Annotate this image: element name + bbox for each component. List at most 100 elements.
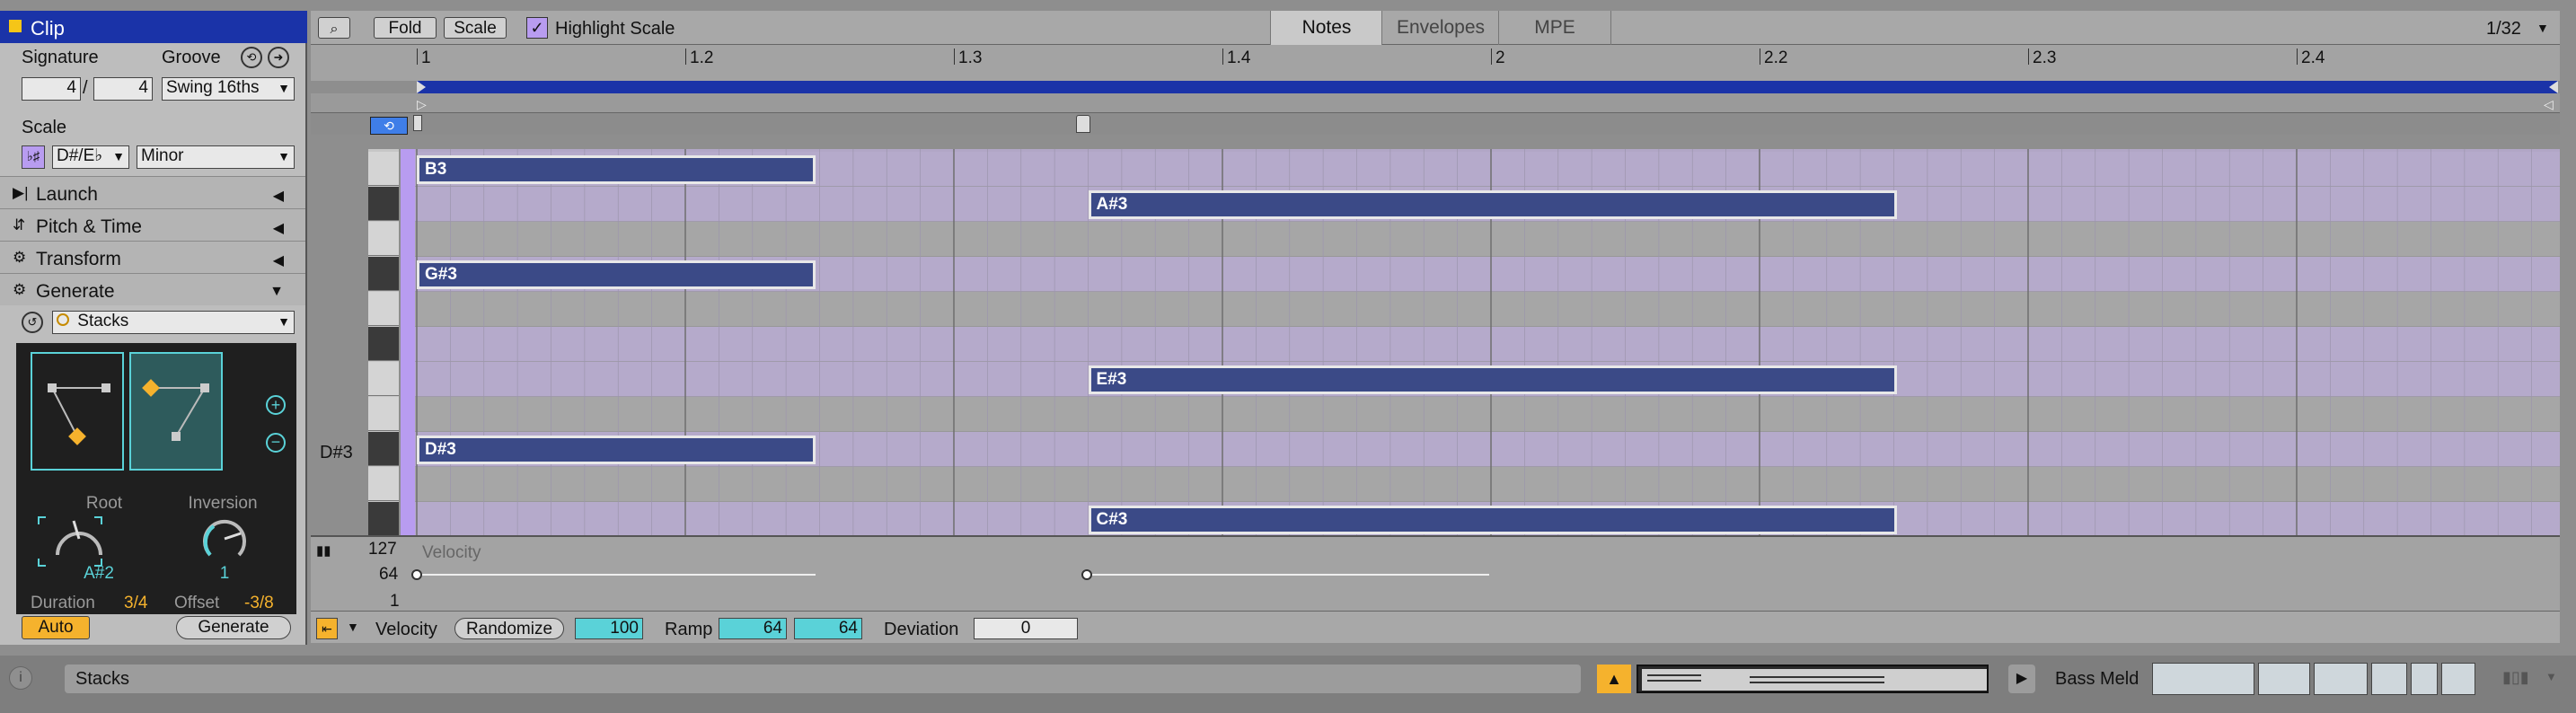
overview-bar[interactable]: [1636, 665, 1989, 693]
scale-toggle-icon[interactable]: ♭♯: [22, 145, 45, 169]
velocity-handle[interactable]: [411, 569, 422, 580]
piano-key[interactable]: [368, 257, 399, 291]
position-marker-icon[interactable]: [1076, 115, 1090, 133]
add-shape-icon[interactable]: +: [266, 395, 286, 415]
ramp-start-field[interactable]: 64: [719, 618, 787, 639]
generate-button[interactable]: Generate: [176, 616, 291, 639]
chevron-down-icon[interactable]: ▼: [347, 620, 359, 634]
timeline-ruler[interactable]: 1 1.2 1.3 1.4 2 2.2 2.3 2.4: [311, 45, 2560, 81]
section-transform[interactable]: ⚙ Transform ◀: [0, 241, 305, 273]
piano-key[interactable]: [368, 432, 399, 466]
device-thumbnail[interactable]: [2411, 663, 2438, 695]
overview-visible-region[interactable]: [1642, 669, 1987, 691]
piano-key[interactable]: [368, 187, 399, 221]
status-bar: i Stacks ▲ ▶ Bass Meld ▮▯▮ ▼: [0, 656, 2576, 713]
loop-toggle-icon[interactable]: ⟲: [370, 117, 408, 135]
piano-keys[interactable]: [368, 149, 399, 536]
piano-key[interactable]: [368, 327, 399, 361]
note[interactable]: A#3: [1088, 190, 1897, 219]
scale-button[interactable]: Scale: [444, 17, 507, 39]
groove-select[interactable]: Swing 16ths ▼: [162, 77, 295, 101]
piano-key[interactable]: [368, 467, 399, 501]
tab-envelopes[interactable]: Envelopes: [1381, 11, 1499, 45]
device-chain-thumbnails[interactable]: [2152, 663, 2475, 695]
collapse-left-icon: ◀: [272, 189, 284, 204]
groove-commit-icon[interactable]: ➜: [268, 47, 289, 68]
tab-notes[interactable]: Notes: [1270, 11, 1382, 45]
meter-icon[interactable]: ▮▯▮: [2502, 668, 2529, 687]
clip-title: Clip: [31, 17, 65, 40]
signature-denominator-field[interactable]: 4: [93, 77, 153, 101]
clip-color-square[interactable]: [9, 20, 22, 32]
groove-hot-swap-icon[interactable]: ⟲: [241, 47, 262, 68]
note[interactable]: G#3: [417, 260, 816, 289]
piano-key[interactable]: [368, 362, 399, 396]
note[interactable]: C#3: [1088, 506, 1897, 534]
scale-mode-select[interactable]: Minor ▼: [137, 145, 295, 169]
device-thumbnail[interactable]: [2152, 663, 2254, 695]
scale-root-select[interactable]: D#/E♭ ▼: [52, 145, 129, 169]
device-thumbnail[interactable]: [2314, 663, 2368, 695]
note[interactable]: E#3: [1088, 365, 1897, 394]
auto-button[interactable]: Auto: [22, 616, 90, 639]
play-icon[interactable]: ▶: [2008, 665, 2035, 693]
velocity-handle[interactable]: [1081, 569, 1092, 580]
device-thumbnail[interactable]: [2258, 663, 2310, 695]
piano-key[interactable]: [368, 502, 399, 536]
signature-numerator-field[interactable]: 4: [22, 77, 81, 101]
remove-shape-icon[interactable]: −: [266, 433, 286, 453]
velocity-value-field[interactable]: 100: [575, 618, 643, 639]
chord-shape-2[interactable]: [129, 352, 223, 471]
note[interactable]: D#3: [417, 436, 816, 464]
chevron-down-icon[interactable]: ▼: [2536, 21, 2549, 35]
root-value: A#2: [84, 564, 114, 583]
clip-start-marker-icon[interactable]: [413, 115, 422, 131]
clip-header: Clip: [0, 11, 307, 43]
loop-bar[interactable]: [417, 81, 2558, 93]
section-launch[interactable]: ▶| Launch ◀: [0, 176, 305, 208]
offset-value[interactable]: -3/8: [244, 594, 274, 613]
piano-key[interactable]: [368, 292, 399, 326]
zoom-button[interactable]: ⌕: [318, 17, 350, 39]
note-grid[interactable]: B3 A#3 G#3 E#3 D#3 C#3: [401, 149, 2560, 535]
piano-key[interactable]: [368, 222, 399, 256]
piano-key[interactable]: [368, 152, 399, 186]
duration-offset-bar: Duration 3/4 Offset -3/8: [16, 591, 296, 614]
note[interactable]: B3: [417, 155, 816, 184]
loop-end-marker-icon[interactable]: [2549, 81, 2558, 93]
collapse-left-icon: ◀: [272, 221, 284, 236]
ramp-end-field[interactable]: 64: [794, 618, 862, 639]
velocity-min: 1: [390, 592, 400, 611]
start-end-bar[interactable]: ▷ ◁: [311, 93, 2560, 113]
info-icon[interactable]: i: [9, 666, 32, 690]
ruler-label: 2.2: [1760, 48, 1787, 67]
loop-start-marker-icon[interactable]: [417, 81, 426, 93]
chord-shape-1[interactable]: [31, 352, 124, 471]
section-pitch-time[interactable]: ⇵ Pitch & Time ◀: [0, 208, 305, 241]
start-marker-icon[interactable]: ▷: [417, 97, 427, 112]
highlight-scale-label: Highlight Scale: [555, 19, 675, 39]
inversion-knob[interactable]: [189, 515, 260, 566]
grid-value[interactable]: 1/32: [2486, 20, 2521, 38]
generator-select[interactable]: Stacks ▼: [52, 311, 295, 334]
signature-label: Signature: [22, 48, 99, 67]
fold-button[interactable]: Fold: [374, 17, 437, 39]
randomize-button[interactable]: Randomize: [454, 618, 564, 639]
marker-bar: ⟲: [311, 113, 2560, 135]
chevron-down-icon[interactable]: ▼: [2545, 670, 2557, 683]
highlight-scale-checkbox[interactable]: ✓: [526, 17, 548, 39]
warning-icon[interactable]: ▲: [1597, 665, 1631, 693]
device-thumbnail[interactable]: [2371, 663, 2407, 695]
tab-mpe[interactable]: MPE: [1498, 11, 1611, 45]
velocity-max: 127: [368, 540, 397, 559]
piano-key[interactable]: [368, 397, 399, 431]
velocity-lane[interactable]: ▮▮ 127 64 1 Velocity: [311, 535, 2560, 611]
reset-icon[interactable]: ↺: [22, 312, 43, 333]
arrow-left-icon[interactable]: ⇤: [316, 618, 338, 639]
section-generate[interactable]: ⚙ Generate ▼: [0, 273, 305, 305]
deviation-field[interactable]: 0: [974, 618, 1078, 639]
duration-value[interactable]: 3/4: [124, 594, 147, 613]
ramp-label: Ramp: [665, 620, 713, 639]
device-thumbnail[interactable]: [2441, 663, 2475, 695]
end-marker-icon[interactable]: ◁: [2544, 97, 2554, 112]
